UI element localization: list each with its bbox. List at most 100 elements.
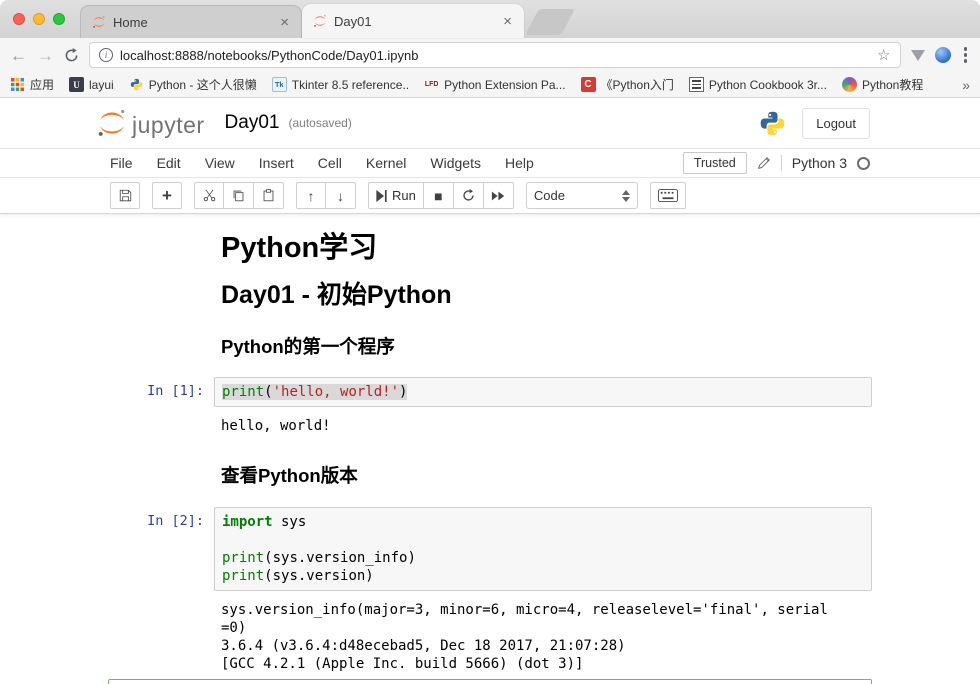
output-cell-1: hello, world! bbox=[108, 411, 872, 435]
code-input-1[interactable]: print('hello, world!') bbox=[214, 377, 872, 407]
code-input-2[interactable]: import sys print(sys.version_info) print… bbox=[214, 507, 872, 591]
menu-insert[interactable]: Insert bbox=[247, 155, 306, 171]
bookmark-python-tutorial[interactable]: Python教程 bbox=[842, 76, 923, 93]
site-info-icon[interactable]: i bbox=[99, 48, 113, 62]
restart-run-all-button[interactable] bbox=[484, 182, 514, 209]
kernel-name: Python 3 bbox=[792, 155, 847, 171]
bookmark-label: layui bbox=[89, 78, 114, 92]
menu-view[interactable]: View bbox=[193, 155, 247, 171]
reload-icon[interactable] bbox=[64, 48, 79, 63]
code-cell-2[interactable]: In [2]: import sys print(sys.version_inf… bbox=[108, 507, 872, 591]
notebook-body: Python学习 Day01 - 初始Python Python的第一个程序 I… bbox=[0, 214, 980, 684]
input-prompt: In [2]: bbox=[108, 507, 214, 591]
bookmark-layui[interactable]: U layui bbox=[69, 77, 114, 92]
run-cell-button[interactable]: Run bbox=[368, 182, 424, 209]
cut-cell-button[interactable] bbox=[194, 182, 224, 209]
tab-home[interactable]: Home × bbox=[80, 5, 302, 38]
tab-home-label: Home bbox=[113, 15, 271, 30]
menu-help[interactable]: Help bbox=[493, 155, 546, 171]
scissors-icon bbox=[203, 189, 216, 202]
bookmark-label: Python Cookbook 3r... bbox=[709, 78, 827, 92]
bookmark-label: Python - 这个人很懒 bbox=[149, 76, 257, 93]
bookmarks-overflow-icon[interactable]: » bbox=[962, 77, 970, 93]
bookmark-tkinter[interactable]: Tk Tkinter 8.5 reference.. bbox=[272, 77, 409, 92]
interrupt-kernel-button[interactable]: ■ bbox=[424, 182, 454, 209]
notebook-heading-1: Python学习 bbox=[221, 232, 872, 265]
tab-day01-close-icon[interactable]: × bbox=[501, 14, 514, 29]
tab-strip: Home × Day01 × bbox=[80, 4, 568, 38]
command-palette-button[interactable] bbox=[650, 182, 686, 209]
arrow-down-icon: ↓ bbox=[337, 189, 344, 203]
plus-icon: + bbox=[162, 187, 172, 204]
pencil-icon[interactable] bbox=[757, 156, 771, 170]
jupyter-logo[interactable]: jupyter bbox=[96, 107, 205, 139]
insert-cell-button[interactable]: + bbox=[152, 182, 182, 209]
bookmark-python-intro[interactable]: C 《Python入门 bbox=[581, 76, 674, 93]
notebook-menubar: File Edit View Insert Cell Kernel Widget… bbox=[0, 148, 980, 178]
bookmark-python-cookbook[interactable]: Python Cookbook 3r... bbox=[689, 77, 827, 92]
jupyter-header: jupyter Day01 (autosaved) Logout bbox=[0, 98, 980, 148]
url-text: localhost:8888/notebooks/PythonCode/Day0… bbox=[120, 48, 870, 63]
bookmark-apps[interactable]: 应用 bbox=[10, 76, 54, 93]
jupyter-favicon-icon bbox=[312, 14, 327, 29]
save-button[interactable] bbox=[110, 182, 140, 209]
logout-button[interactable]: Logout bbox=[802, 108, 870, 139]
markdown-cell-title[interactable]: Python学习 Day01 - 初始Python Python的第一个程序 bbox=[108, 226, 872, 377]
python-icon bbox=[129, 77, 144, 92]
back-icon[interactable]: ← bbox=[10, 47, 27, 64]
bookmark-star-icon[interactable]: ☆ bbox=[877, 46, 890, 64]
menu-widgets[interactable]: Widgets bbox=[418, 155, 493, 171]
jupyter-favicon-icon bbox=[91, 15, 106, 30]
restart-kernel-button[interactable] bbox=[454, 182, 484, 209]
cell-type-select[interactable]: Code bbox=[526, 182, 638, 209]
notebook-heading-2: Day01 - 初始Python bbox=[221, 281, 872, 310]
extension-globe-icon[interactable] bbox=[935, 47, 951, 63]
notebook-title[interactable]: Day01 bbox=[225, 112, 280, 134]
notebook-heading-3-second: 查看Python版本 bbox=[221, 465, 872, 486]
notebook-toolbar: + ↑ ↓ Run ■ bbox=[0, 178, 980, 214]
restart-icon bbox=[462, 189, 475, 202]
tab-home-close-icon[interactable]: × bbox=[278, 15, 291, 30]
browser-window: Home × Day01 × ← → i localhost:8888/note… bbox=[0, 0, 980, 684]
chrome-menu-icon[interactable] bbox=[961, 47, 971, 63]
close-window-button[interactable] bbox=[13, 13, 25, 25]
tab-day01[interactable]: Day01 × bbox=[302, 4, 524, 38]
bookmark-python-extensions[interactable]: LFD Python Extension Pa... bbox=[424, 77, 565, 92]
divider bbox=[781, 155, 782, 171]
move-cell-down-button[interactable]: ↓ bbox=[326, 182, 356, 209]
forward-icon[interactable]: → bbox=[37, 47, 54, 64]
code-cell-3-editing[interactable]: In [ ]: bbox=[108, 679, 872, 684]
menu-file[interactable]: File bbox=[110, 155, 145, 171]
trusted-button[interactable]: Trusted bbox=[683, 152, 747, 174]
kernel-idle-indicator-icon bbox=[857, 157, 870, 170]
copy-cell-button[interactable] bbox=[224, 182, 254, 209]
bookmark-python-blog[interactable]: Python - 这个人很懒 bbox=[129, 76, 257, 93]
output-cell-2: sys.version_info(major=3, minor=6, micro… bbox=[108, 595, 872, 673]
paste-cell-button[interactable] bbox=[254, 182, 284, 209]
omnibox[interactable]: i localhost:8888/notebooks/PythonCode/Da… bbox=[89, 42, 901, 68]
move-cell-up-button[interactable]: ↑ bbox=[296, 182, 326, 209]
keyboard-icon bbox=[658, 189, 678, 202]
red-c-icon: C bbox=[581, 77, 596, 92]
menu-kernel[interactable]: Kernel bbox=[354, 155, 418, 171]
markdown-cell-version[interactable]: 查看Python版本 bbox=[108, 439, 872, 506]
menu-cell[interactable]: Cell bbox=[306, 155, 354, 171]
extension-triangle-icon[interactable] bbox=[911, 50, 925, 61]
bookmarks-bar: 应用 U layui Python - 这个人很懒 Tk Tkinter 8.5… bbox=[0, 72, 980, 98]
notebook-heading-3-first: Python的第一个程序 bbox=[221, 336, 872, 357]
feather-icon bbox=[842, 77, 857, 92]
minimize-window-button[interactable] bbox=[33, 13, 45, 25]
input-prompt: In [1]: bbox=[108, 377, 214, 407]
bookmark-label: Python Extension Pa... bbox=[444, 78, 565, 92]
bookmark-label: Python教程 bbox=[862, 76, 923, 93]
apps-grid-icon bbox=[10, 77, 25, 92]
menu-edit[interactable]: Edit bbox=[145, 155, 193, 171]
traffic-lights bbox=[13, 13, 65, 25]
play-icon bbox=[376, 190, 387, 202]
code-cell-1[interactable]: In [1]: print('hello, world!') bbox=[108, 377, 872, 407]
book-icon bbox=[689, 77, 704, 92]
zoom-window-button[interactable] bbox=[53, 13, 65, 25]
new-tab-button[interactable] bbox=[525, 9, 575, 35]
titlebar: Home × Day01 × bbox=[0, 0, 980, 38]
output-text-1: hello, world! bbox=[214, 411, 834, 435]
